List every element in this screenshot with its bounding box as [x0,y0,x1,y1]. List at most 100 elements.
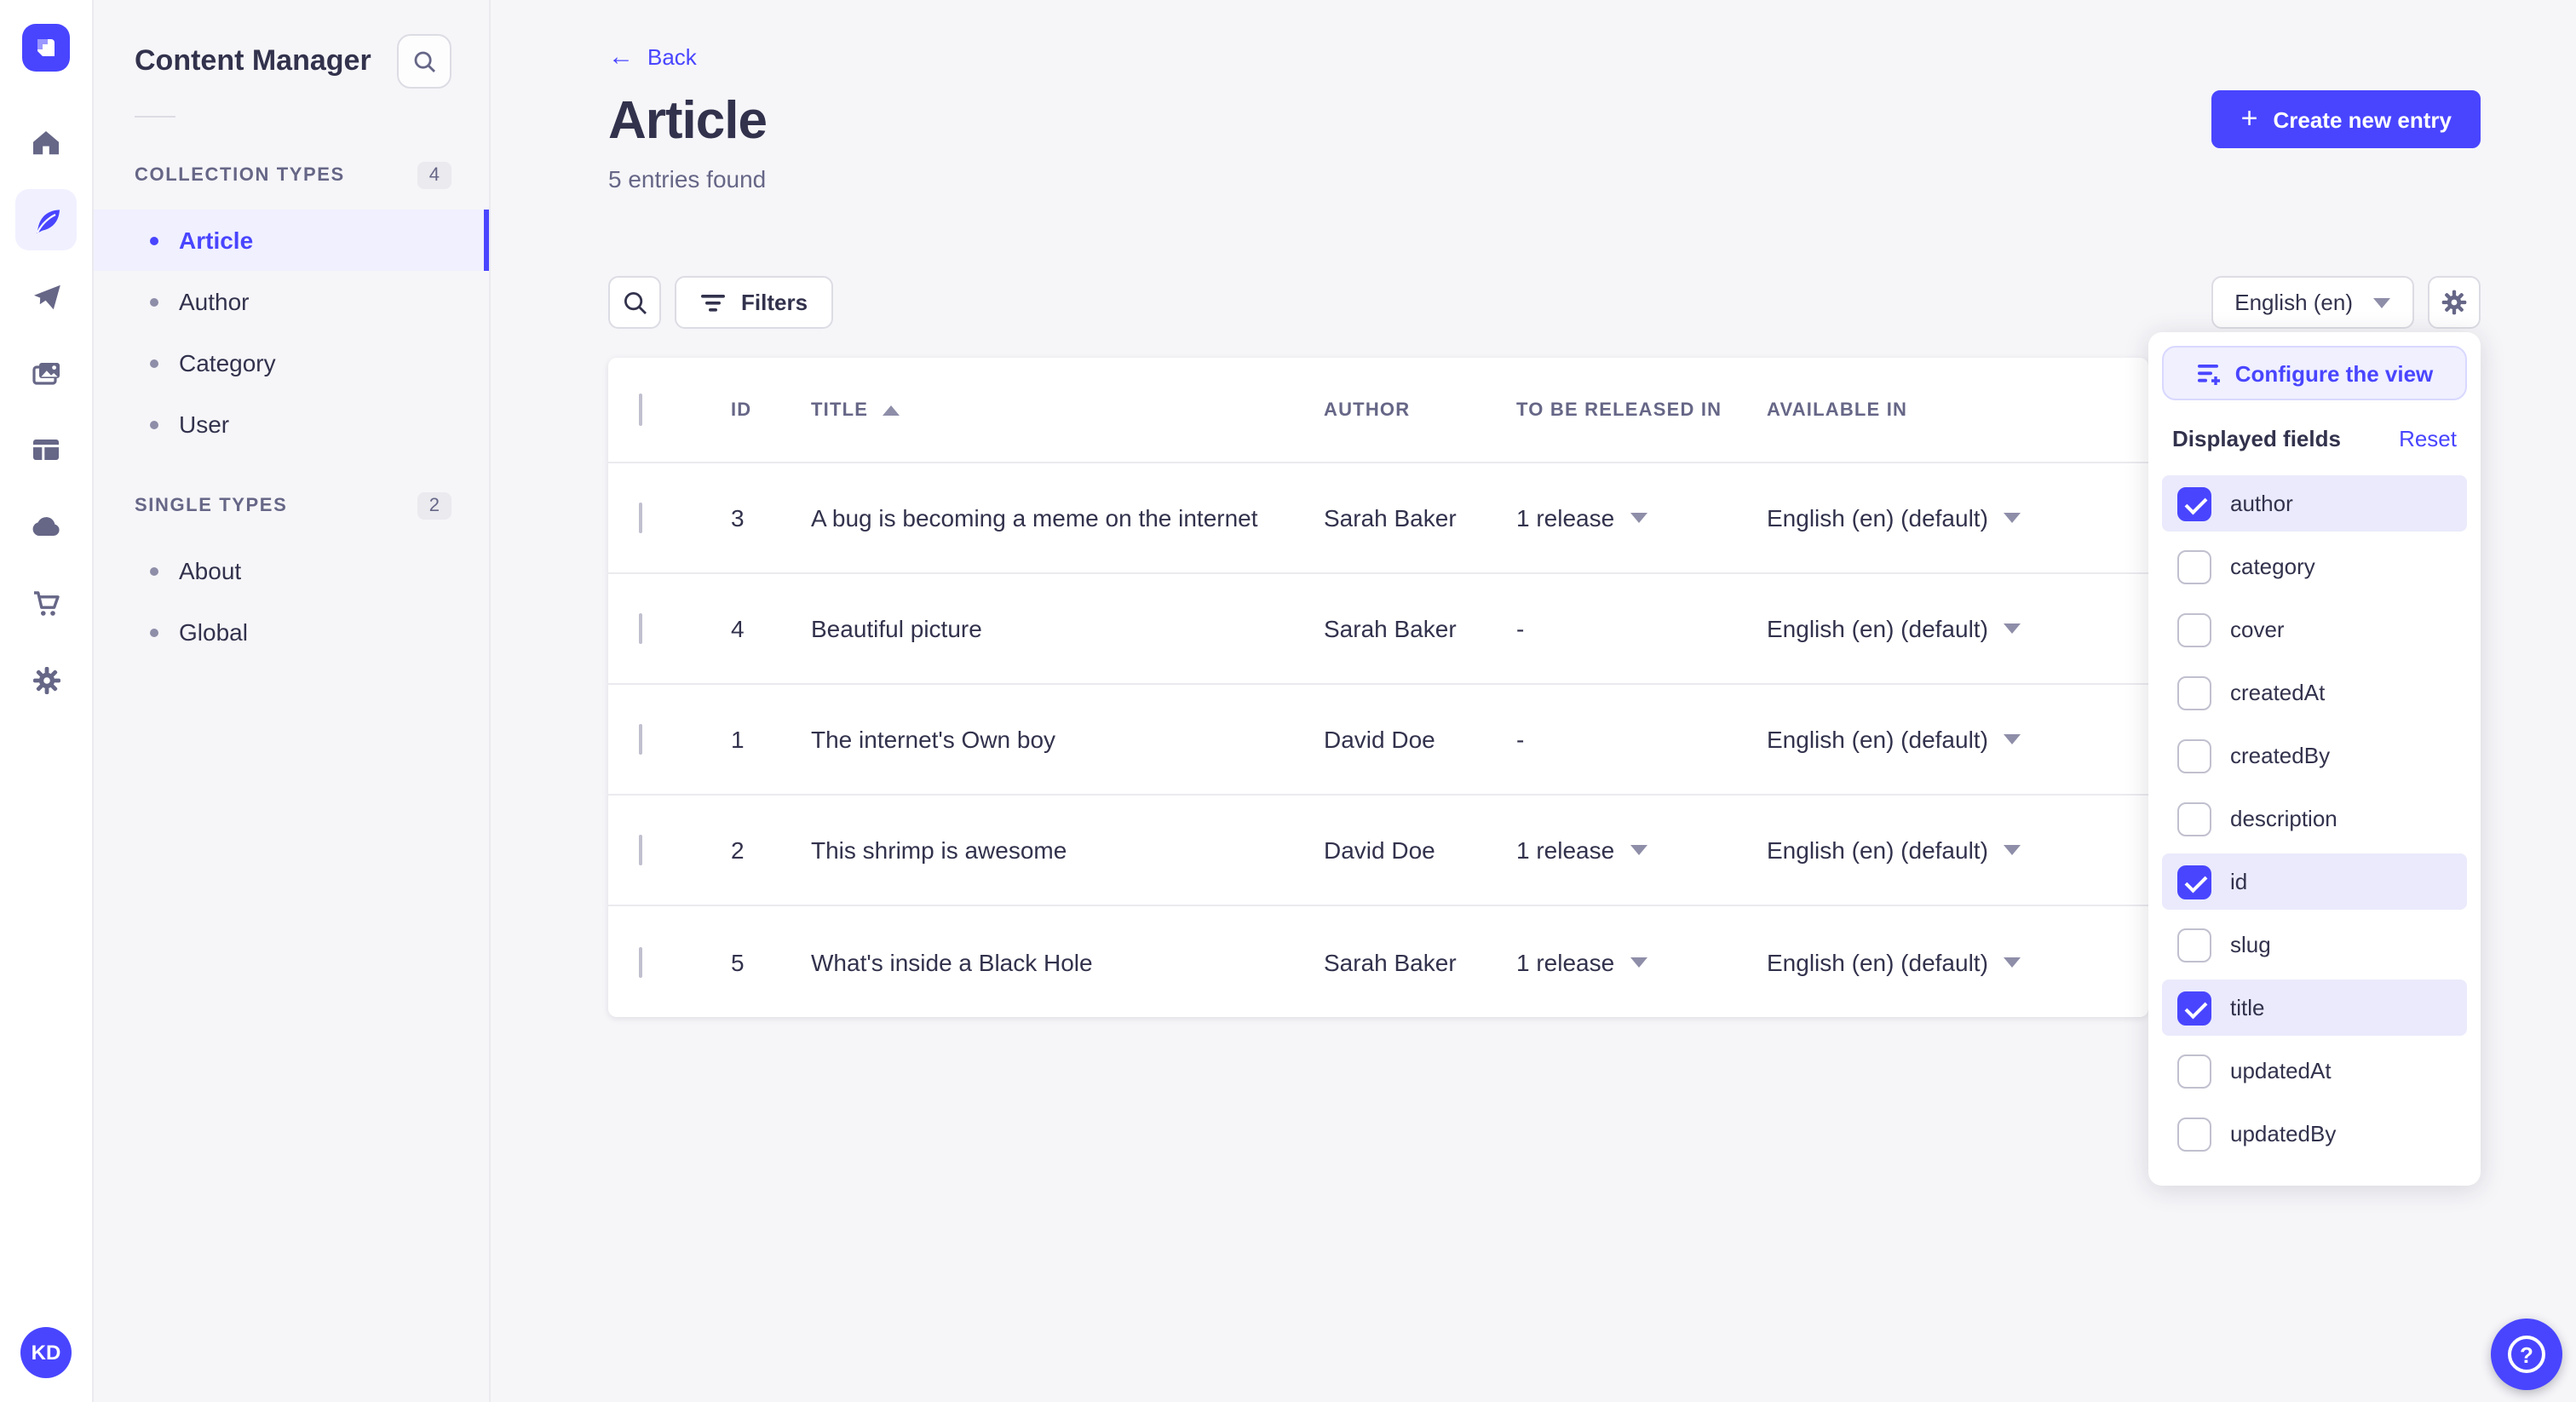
field-label: slug [2230,932,2271,957]
field-checkbox[interactable] [2177,612,2211,646]
cell-author: Sarah Baker [1324,615,1457,642]
field-checkbox[interactable] [2177,1117,2211,1151]
avatar[interactable]: KD [20,1327,72,1378]
strapi-logo-icon [37,39,55,56]
configure-the-view-button[interactable]: Configure the view [2162,346,2467,400]
table-row[interactable]: 2 This shrimp is awesome David Doe 1 rel… [608,796,2148,906]
cell-title: The internet's Own boy [811,726,1056,753]
reset-link[interactable]: Reset [2399,426,2457,451]
field-checkbox[interactable] [2177,865,2211,899]
field-checkbox[interactable] [2177,738,2211,773]
app-window: KD Content Manager COLLECTION TYPES 4 Ar… [0,0,2576,1402]
content-manager-feather-icon[interactable] [15,189,77,250]
field-checkbox-row[interactable]: description [2162,790,2467,847]
column-header-id[interactable]: ID [731,399,811,420]
field-label: title [2230,995,2265,1020]
field-checkbox-row[interactable]: id [2162,853,2467,910]
table-row[interactable]: 3 A bug is becoming a meme on the intern… [608,463,2148,574]
create-button-label: Create new entry [2273,106,2452,132]
sidebar-item[interactable]: Global [94,601,489,663]
table-row[interactable]: 5 What's inside a Black Hole Sarah Baker… [608,906,2148,1017]
filters-label: Filters [741,290,808,315]
field-checkbox[interactable] [2177,675,2211,710]
field-checkbox-row[interactable]: createdBy [2162,727,2467,784]
field-label: description [2230,806,2337,831]
cell-released-dropdown[interactable]: 1 release [1516,836,1767,864]
cell-available-dropdown[interactable]: English (en) (default) [1767,948,2148,975]
view-settings-gear-icon[interactable] [2428,276,2481,329]
table-row[interactable]: 1 The internet's Own boy David Doe - Eng… [608,685,2148,796]
chevron-down-icon [1630,845,1647,855]
sidebar-divider [135,116,175,118]
field-checkbox[interactable] [2177,991,2211,1025]
field-checkbox-row[interactable]: updatedBy [2162,1106,2467,1162]
back-arrow-icon: ← [608,43,634,72]
field-checkbox-row[interactable]: title [2162,980,2467,1036]
sidebar-item[interactable]: Article [94,210,489,271]
cell-available-dropdown[interactable]: English (en) (default) [1767,726,2148,753]
strapi-logo[interactable] [22,24,70,72]
cell-available-dropdown[interactable]: English (en) (default) [1767,615,2148,642]
filters-button[interactable]: Filters [675,276,834,329]
back-label: Back [647,44,697,70]
chevron-down-icon [2003,957,2021,967]
row-checkbox[interactable] [639,503,642,533]
search-icon[interactable] [608,276,661,329]
media-library-images-icon[interactable] [15,342,77,404]
layout-icon[interactable] [15,419,77,480]
cell-available-dropdown[interactable]: English (en) (default) [1767,504,2148,531]
settings-gear-icon[interactable] [15,649,77,710]
list-toolbar: Filters English (en) [608,276,2481,329]
field-checkbox-row[interactable]: createdAt [2162,664,2467,721]
row-checkbox[interactable] [639,613,642,644]
table-header-row: ID TITLE AUTHOR TO BE RELEASED IN AVAILA… [608,358,2148,463]
cell-id: 3 [731,504,745,531]
cell-released-dropdown[interactable]: - [1516,726,1767,753]
cell-available-dropdown[interactable]: English (en) (default) [1767,836,2148,864]
field-checkbox-row[interactable]: cover [2162,601,2467,658]
sidebar-item[interactable]: Author [94,271,489,332]
home-icon[interactable] [15,112,77,174]
sidebar-item[interactable]: About [94,540,489,601]
field-checkbox-row[interactable]: updatedAt [2162,1043,2467,1099]
displayed-fields-list: author category cover createdAt createdB… [2162,475,2467,1162]
chevron-down-icon [1630,957,1647,967]
field-checkbox[interactable] [2177,486,2211,520]
field-checkbox-row[interactable]: category [2162,538,2467,595]
marketplace-cart-icon[interactable] [15,572,77,634]
cell-released-dropdown[interactable]: - [1516,615,1767,642]
entries-table: ID TITLE AUTHOR TO BE RELEASED IN AVAILA… [608,358,2148,1017]
field-label: createdBy [2230,743,2331,768]
field-checkbox[interactable] [2177,549,2211,583]
locale-select[interactable]: English (en) [2211,276,2414,329]
create-new-entry-button[interactable]: + Create new entry [2211,90,2481,148]
bullet-icon [150,297,158,306]
field-checkbox-row[interactable]: slug [2162,916,2467,973]
displayed-fields-heading: Displayed fields [2172,426,2341,451]
select-all-checkbox[interactable] [639,393,642,425]
field-checkbox[interactable] [2177,802,2211,836]
row-checkbox[interactable] [639,835,642,865]
row-checkbox[interactable] [639,724,642,755]
column-header-title[interactable]: TITLE [811,399,1324,420]
cell-released-dropdown[interactable]: 1 release [1516,948,1767,975]
field-checkbox[interactable] [2177,928,2211,962]
sidebar-item-label: Author [179,288,250,315]
field-checkbox[interactable] [2177,1054,2211,1088]
row-checkbox[interactable] [639,946,642,977]
cell-released-dropdown[interactable]: 1 release [1516,504,1767,531]
table-body: 3 A bug is becoming a meme on the intern… [608,463,2148,1017]
question-mark-icon: ? [2508,1336,2545,1373]
collection-types-label: COLLECTION TYPES [135,165,345,186]
paper-plane-icon[interactable] [15,266,77,327]
help-button[interactable]: ? [2491,1319,2562,1390]
column-header-available: AVAILABLE IN [1767,399,1908,420]
sidebar-item[interactable]: User [94,394,489,455]
sidebar-item-label: User [179,411,230,438]
search-icon[interactable] [397,34,451,89]
cloud-icon[interactable] [15,496,77,557]
table-row[interactable]: 4 Beautiful picture Sarah Baker - Englis… [608,574,2148,685]
sidebar-item[interactable]: Category [94,332,489,394]
back-link[interactable]: ← Back [608,44,697,70]
field-checkbox-row[interactable]: author [2162,475,2467,531]
